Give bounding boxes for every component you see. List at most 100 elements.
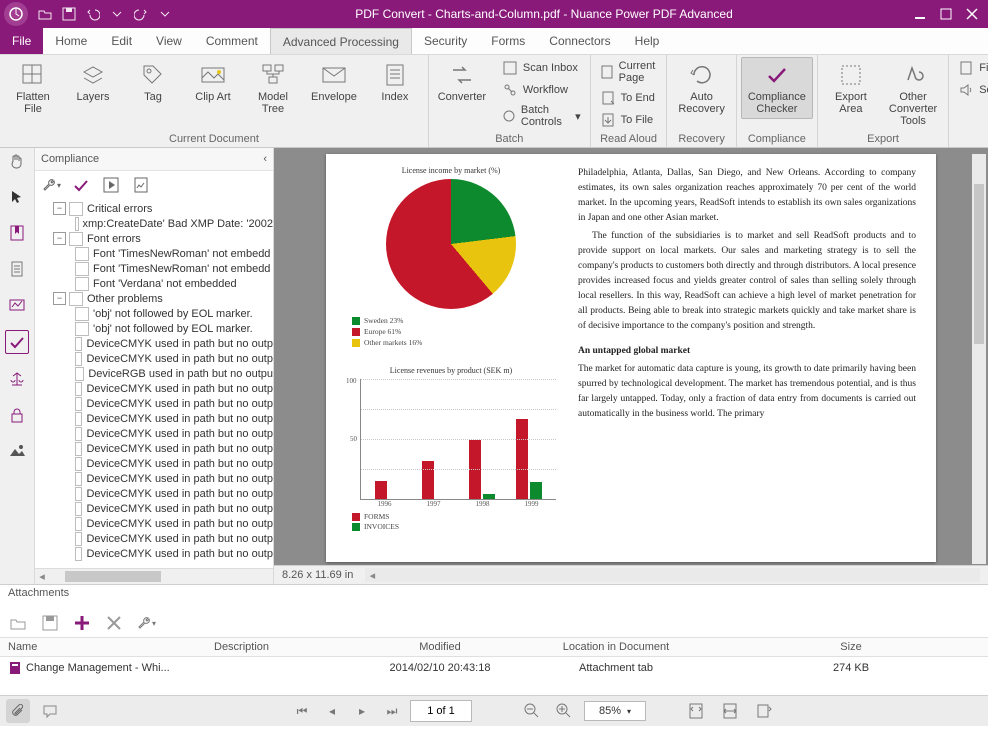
- batch-controls-button[interactable]: Batch Controls▾: [497, 101, 586, 131]
- col-desc[interactable]: Description: [206, 638, 362, 657]
- attach-sound-button[interactable]: Sound: [953, 79, 988, 101]
- form-panel-icon[interactable]: [6, 294, 28, 316]
- tree-item[interactable]: DeviceCMYK used in path but no outp: [35, 501, 273, 516]
- read-current-page-button[interactable]: Current Page: [595, 57, 663, 87]
- attach-file-button[interactable]: File: [953, 57, 988, 79]
- index-button[interactable]: Index: [366, 57, 424, 107]
- col-location[interactable]: Location in Document: [518, 638, 714, 657]
- fit-width-icon[interactable]: [718, 699, 742, 723]
- scan-inbox-button[interactable]: Scan Inbox: [497, 57, 586, 79]
- doc-hscroll[interactable]: ◂: [365, 568, 980, 582]
- tree-item[interactable]: 'obj' not followed by EOL marker.: [35, 321, 273, 336]
- tree-item[interactable]: Font 'TimesNewRoman' not embedd: [35, 246, 273, 261]
- model-tree-button[interactable]: ModelTree: [244, 57, 302, 119]
- tab-home[interactable]: Home: [43, 28, 99, 54]
- attachment-row[interactable]: Change Management - Whi... 2014/02/10 20…: [0, 657, 988, 680]
- redo-icon[interactable]: [132, 5, 150, 23]
- envelope-button[interactable]: Envelope: [304, 57, 364, 107]
- tree-item[interactable]: DeviceCMYK used in path but no outp: [35, 486, 273, 501]
- open-attachment-icon[interactable]: [8, 613, 28, 633]
- tab-comment[interactable]: Comment: [194, 28, 270, 54]
- tree-item[interactable]: DeviceCMYK used in path but no outp: [35, 396, 273, 411]
- undo-icon[interactable]: [84, 5, 102, 23]
- compliance-checker-button[interactable]: ComplianceChecker: [741, 57, 813, 119]
- first-page-icon[interactable]: ⏮: [290, 699, 314, 723]
- minimize-button[interactable]: [914, 8, 926, 20]
- play-icon[interactable]: [101, 175, 121, 195]
- col-name[interactable]: Name: [0, 638, 206, 657]
- tree-hscroll[interactable]: ◂: [35, 568, 273, 584]
- tab-view[interactable]: View: [144, 28, 194, 54]
- col-size[interactable]: Size: [714, 638, 988, 657]
- tree-item[interactable]: DeviceCMYK used in path but no outp: [35, 426, 273, 441]
- zoom-level[interactable]: 85%▾: [584, 701, 646, 721]
- export-area-button[interactable]: ExportArea: [822, 57, 880, 119]
- tree-item[interactable]: xmp:CreateDate' Bad XMP Date: '2002: [35, 216, 273, 231]
- tree-item[interactable]: Font 'TimesNewRoman' not embedd: [35, 261, 273, 276]
- clipart-button[interactable]: Clip Art: [184, 57, 242, 107]
- delete-attachment-icon[interactable]: [104, 613, 124, 633]
- read-to-end-button[interactable]: To End: [595, 87, 663, 109]
- tab-security[interactable]: Security: [412, 28, 479, 54]
- tree-item[interactable]: DeviceCMYK used in path but no outp: [35, 351, 273, 366]
- tree-item[interactable]: DeviceCMYK used in path but no outp: [35, 546, 273, 561]
- paperclip-icon[interactable]: [6, 699, 30, 723]
- save-attachment-icon[interactable]: [40, 613, 60, 633]
- save-icon[interactable]: [60, 5, 78, 23]
- tree-item[interactable]: DeviceCMYK used in path but no outp: [35, 531, 273, 546]
- qat-dropdown2-icon[interactable]: [156, 5, 174, 23]
- add-attachment-icon[interactable]: [72, 613, 92, 633]
- next-page-icon[interactable]: ▸: [350, 699, 374, 723]
- tab-edit[interactable]: Edit: [99, 28, 144, 54]
- compliance-panel-icon[interactable]: [5, 330, 29, 354]
- tree-item[interactable]: DeviceCMYK used in path but no outp: [35, 516, 273, 531]
- pages-panel-icon[interactable]: [6, 258, 28, 280]
- doc-vscroll[interactable]: [972, 154, 986, 564]
- tree-item[interactable]: DeviceCMYK used in path but no outp: [35, 471, 273, 486]
- col-modified[interactable]: Modified: [362, 638, 518, 657]
- open-icon[interactable]: [36, 5, 54, 23]
- arrow-tool-icon[interactable]: [6, 186, 28, 208]
- attachment-options-icon[interactable]: ▾: [136, 613, 156, 633]
- expand-icon[interactable]: −: [53, 202, 66, 215]
- check-icon[interactable]: [71, 175, 91, 195]
- expand-icon[interactable]: −: [53, 292, 66, 305]
- qat-dropdown-icon[interactable]: [108, 5, 126, 23]
- tree-item[interactable]: DeviceCMYK used in path but no outp: [35, 336, 273, 351]
- tag-button[interactable]: Tag: [124, 57, 182, 107]
- tree-item[interactable]: DeviceCMYK used in path but no outp: [35, 441, 273, 456]
- page-input[interactable]: [410, 700, 472, 722]
- layers-button[interactable]: Layers: [64, 57, 122, 107]
- collapse-panel-icon[interactable]: ‹: [263, 153, 267, 165]
- expand-icon[interactable]: −: [53, 232, 66, 245]
- bookmark-panel-icon[interactable]: [6, 222, 28, 244]
- security-panel-icon[interactable]: [6, 404, 28, 426]
- comment-mode-icon[interactable]: [38, 699, 62, 723]
- converter-button[interactable]: Converter: [433, 57, 491, 107]
- compliance-tree[interactable]: −Critical errors xmp:CreateDate' Bad XMP…: [35, 199, 273, 584]
- tree-item[interactable]: DeviceCMYK used in path but no outp: [35, 411, 273, 426]
- prev-page-icon[interactable]: ◂: [320, 699, 344, 723]
- page-view[interactable]: License income by market (%) Sweden 23% …: [326, 154, 936, 562]
- hand-tool-icon[interactable]: [6, 150, 28, 172]
- zoom-in-icon[interactable]: [552, 699, 576, 723]
- other-converter-button[interactable]: Other ConverterTools: [882, 57, 944, 131]
- close-button[interactable]: [966, 8, 978, 20]
- tree-item[interactable]: Font 'Verdana' not embedded: [35, 276, 273, 291]
- tree-item[interactable]: 'obj' not followed by EOL marker.: [35, 306, 273, 321]
- image-panel-icon[interactable]: [6, 440, 28, 462]
- wrench-icon[interactable]: ▾: [41, 175, 61, 195]
- read-to-file-button[interactable]: To File: [595, 109, 663, 131]
- maximize-button[interactable]: [940, 8, 952, 20]
- tab-file[interactable]: File: [0, 28, 43, 54]
- last-page-icon[interactable]: ⏭: [380, 699, 404, 723]
- fit-page-icon[interactable]: [684, 699, 708, 723]
- tree-item[interactable]: DeviceCMYK used in path but no outp: [35, 456, 273, 471]
- tree-item[interactable]: DeviceRGB used in path but no outpu: [35, 366, 273, 381]
- balance-panel-icon[interactable]: [6, 368, 28, 390]
- flatten-file-button[interactable]: FlattenFile: [4, 57, 62, 119]
- rotate-view-icon[interactable]: [752, 699, 776, 723]
- workflow-button[interactable]: Workflow: [497, 79, 586, 101]
- tree-item[interactable]: DeviceCMYK used in path but no outp: [35, 381, 273, 396]
- tab-advanced-processing[interactable]: Advanced Processing: [270, 28, 412, 54]
